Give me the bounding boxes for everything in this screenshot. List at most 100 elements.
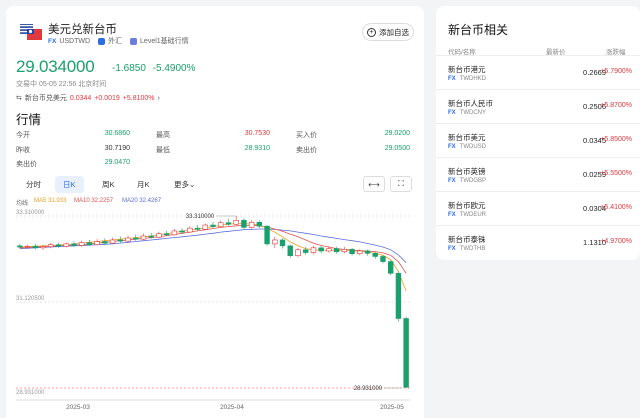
pair-change: +0.0019	[94, 94, 120, 102]
tab-more[interactable]: 更多⌄	[174, 179, 195, 190]
related-code: FX TWDGBP	[448, 178, 486, 184]
more-label: 更多	[174, 180, 189, 189]
high-annotation: 33.310000	[186, 214, 215, 220]
related-code: FX TWDEUR	[448, 212, 486, 218]
stat-value: 30.7530	[244, 130, 270, 137]
fullscreen-button[interactable]: ⛶	[390, 176, 412, 192]
stat-label: 买入价	[296, 132, 317, 139]
fit-width-icon: ⟷	[368, 179, 380, 189]
forex-icon	[98, 37, 106, 45]
related-row[interactable]: 新台币港元 FX TWDHKD 0.2669 +5.7900%	[436, 55, 640, 89]
candle-down	[117, 239, 123, 242]
trade-status-time: 交易中 05-05 22:56 北京时间	[16, 81, 107, 88]
us-tw-flag-icon	[20, 24, 42, 40]
related-row[interactable]: 新台币英镑 FX TWDGBP 0.0259 +5.5500%	[436, 157, 640, 191]
candle-down	[210, 224, 216, 227]
related-row[interactable]: 新台币美元 FX TWDUSD 0.0345 +5.8500%	[436, 123, 640, 157]
candle-down	[349, 249, 355, 255]
fullscreen-icon: ⛶	[398, 179, 404, 188]
related-title: 新台币相关	[448, 23, 509, 37]
candle-up	[48, 244, 54, 247]
inverse-pair-link[interactable]: ⇆ 新台币兑美元 0.0344 +0.0019 +5.8100% ›	[16, 93, 160, 103]
candle-up	[218, 222, 224, 227]
candle-up	[248, 221, 255, 228]
quote-panel: 美元兑新台币 FX USDTWD 外汇 Level1基础行情 + 添加自选 29…	[6, 6, 424, 418]
candle-up	[310, 247, 317, 253]
candle-down	[32, 245, 39, 249]
candle-up	[125, 237, 131, 242]
code: TWDUSD	[459, 144, 487, 150]
level-label: Level1基础行情	[140, 38, 189, 45]
candle-down	[387, 261, 394, 274]
related-change: +5.8500%	[600, 136, 632, 143]
candle-down	[17, 245, 23, 248]
code: TWDTHB	[459, 246, 486, 252]
market-tag: FX	[48, 37, 57, 45]
x-tick-label: 2025-04	[220, 404, 244, 411]
candle-up	[156, 233, 162, 238]
fit-width-button[interactable]: ⟷	[363, 176, 385, 192]
candle-down	[148, 235, 154, 238]
tab-month[interactable]: 月K	[137, 179, 150, 190]
tab-day[interactable]: 日K	[55, 176, 84, 193]
candle-up	[202, 224, 208, 230]
related-name: 新台币欧元	[448, 201, 486, 210]
low-annotation: 28.931000	[354, 386, 383, 392]
code: TWDCNY	[459, 110, 487, 116]
candle-down	[256, 221, 263, 227]
related-row[interactable]: 新台币人民币 FX TWDCNY 0.2506 +5.8700%	[436, 89, 640, 123]
swap-icon: ⇆	[16, 95, 22, 102]
change-value: -1.6850	[112, 63, 146, 74]
candle-down	[179, 230, 185, 233]
market-tag: FX	[448, 246, 456, 252]
related-name: 新台币泰铢	[448, 235, 486, 244]
add-watchlist-button[interactable]: + 添加自选	[362, 23, 414, 41]
stat-label: 最低	[156, 147, 170, 154]
candle-down	[55, 244, 62, 247]
ma10-line	[19, 224, 407, 274]
stat-label: 最高	[156, 132, 170, 139]
candlestick-chart[interactable]: 33.310000 31.120500 28.931000 33.310000 28.9…	[6, 201, 424, 418]
related-code: FX TWDTHB	[448, 246, 485, 252]
code: TWDEUR	[459, 212, 487, 218]
ma20-line	[19, 228, 407, 263]
related-change: +5.4100%	[600, 204, 632, 211]
candle-down	[194, 227, 201, 230]
candle-up	[272, 239, 278, 245]
market-tag: FX	[448, 76, 456, 82]
pair-label: 新台币兑美元	[24, 95, 67, 102]
related-change: +4.9700%	[600, 238, 632, 245]
candle-up	[171, 230, 178, 236]
candle-up	[357, 250, 363, 255]
stat-value: 30.7190	[104, 145, 130, 152]
tab-minute[interactable]: 分时	[26, 179, 41, 190]
candle-down	[133, 237, 139, 240]
candle-down	[86, 242, 93, 245]
related-code: FX TWDCNY	[448, 110, 486, 116]
market-tag: FX	[448, 178, 456, 184]
page-title: 美元兑新台币	[48, 24, 117, 36]
related-panel: 新台币相关 代码/名称 最新价 涨跌幅 新台币港元 FX TWDHKD 0.266…	[436, 6, 640, 260]
y-tick-label: 33.310000	[16, 210, 45, 216]
related-row[interactable]: 新台币欧元 FX TWDEUR 0.0304 +5.4100%	[436, 191, 640, 225]
last-price: 29.034000	[16, 57, 95, 76]
candle-down	[318, 247, 324, 252]
candle-down	[364, 250, 371, 254]
tab-week[interactable]: 周K	[102, 179, 115, 190]
candle-up	[140, 235, 147, 240]
section-title: 行情	[16, 113, 42, 127]
related-name: 新台币人民币	[448, 99, 493, 108]
y-tick-label: 28.931000	[16, 390, 45, 396]
candle-down	[372, 253, 378, 257]
instrument-code: USDTWD	[59, 37, 91, 45]
related-row[interactable]: 新台币泰铢 FX TWDTHB 1.1310 +4.9700%	[436, 225, 640, 259]
candle-up	[233, 220, 239, 225]
candle-down	[71, 243, 77, 246]
candle-up	[63, 243, 69, 247]
candle-up	[295, 249, 301, 256]
y-tick-label: 31.120500	[16, 296, 45, 302]
related-change: +5.8700%	[600, 102, 632, 109]
candle-up	[94, 241, 100, 245]
candle-down	[395, 273, 402, 319]
candle-up	[341, 249, 348, 253]
